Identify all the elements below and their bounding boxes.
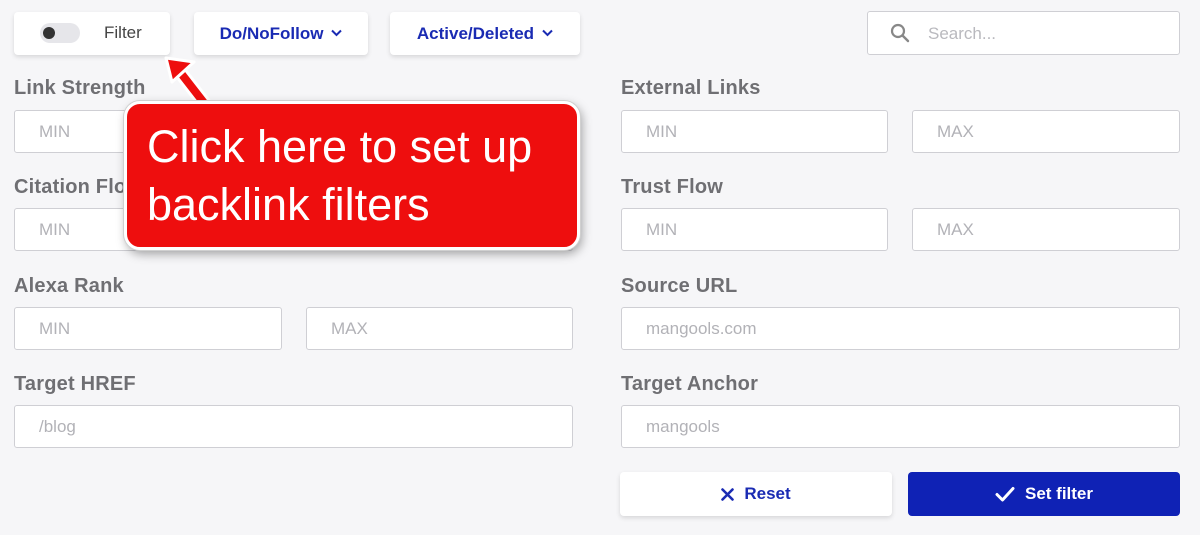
target-href-label: Target HREF — [14, 373, 136, 395]
chevron-down-icon — [542, 25, 553, 40]
external-links-min-input[interactable] — [621, 110, 888, 153]
callout-line-2: backlink filters — [147, 179, 430, 230]
filter-toggle-button[interactable]: Filter — [14, 12, 170, 55]
alexa-rank-min-input[interactable] — [14, 307, 282, 350]
close-icon — [721, 487, 735, 501]
link-strength-label: Link Strength — [14, 77, 146, 99]
source-url-label: Source URL — [621, 275, 738, 297]
external-links-label: External Links — [621, 77, 761, 99]
filter-toggle-label: Filter — [104, 23, 142, 42]
check-icon — [995, 486, 1015, 502]
chevron-down-icon — [331, 25, 343, 40]
trust-flow-max-input[interactable] — [912, 208, 1180, 251]
filter-toggle-switch[interactable] — [40, 23, 80, 43]
trust-flow-label: Trust Flow — [621, 176, 723, 198]
active-deleted-dropdown[interactable]: Active/Deleted — [390, 12, 580, 55]
alexa-rank-label: Alexa Rank — [14, 275, 124, 297]
dofollow-dropdown-label: Do/NoFollow — [219, 23, 324, 43]
source-url-input[interactable] — [621, 307, 1180, 350]
set-filter-button[interactable]: Set filter — [908, 472, 1180, 516]
target-anchor-label: Target Anchor — [621, 373, 759, 395]
trust-flow-min-input[interactable] — [621, 208, 888, 251]
callout-line-1: Click here to set up — [147, 121, 533, 172]
search-icon — [890, 23, 910, 43]
search-box[interactable] — [867, 11, 1180, 55]
target-anchor-input[interactable] — [621, 405, 1180, 448]
search-input[interactable] — [926, 20, 1170, 48]
annotation-callout: Click here to set up backlink filters — [124, 101, 580, 250]
alexa-rank-max-input[interactable] — [306, 307, 573, 350]
set-filter-button-label: Set filter — [1024, 484, 1094, 503]
dofollow-dropdown[interactable]: Do/NoFollow — [194, 12, 368, 55]
reset-button[interactable]: Reset — [620, 472, 892, 516]
active-deleted-dropdown-label: Active/Deleted — [416, 23, 535, 43]
toggle-knob — [43, 27, 55, 39]
external-links-max-input[interactable] — [912, 110, 1180, 153]
target-href-input[interactable] — [14, 405, 573, 448]
citation-flow-label: Citation Flow — [14, 176, 143, 198]
reset-button-label: Reset — [744, 484, 791, 503]
